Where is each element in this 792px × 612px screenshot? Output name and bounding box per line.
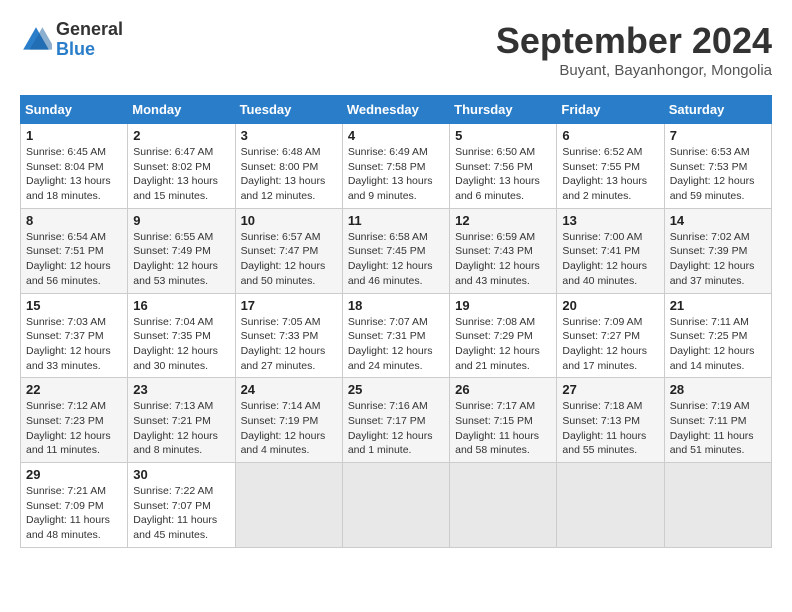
day-20: 20 Sunrise: 7:09 AMSunset: 7:27 PMDaylig… bbox=[557, 293, 664, 378]
header-wednesday: Wednesday bbox=[342, 96, 449, 124]
day-23: 23 Sunrise: 7:13 AMSunset: 7:21 PMDaylig… bbox=[128, 378, 235, 463]
day-2: 2 Sunrise: 6:47 AMSunset: 8:02 PMDayligh… bbox=[128, 124, 235, 209]
day-17: 17 Sunrise: 7:05 AMSunset: 7:33 PMDaylig… bbox=[235, 293, 342, 378]
day-3: 3 Sunrise: 6:48 AMSunset: 8:00 PMDayligh… bbox=[235, 124, 342, 209]
page-header: General Blue September 2024 Buyant, Baya… bbox=[20, 20, 772, 79]
month-title: September 2024 bbox=[496, 20, 772, 62]
week-row-3: 15 Sunrise: 7:03 AMSunset: 7:37 PMDaylig… bbox=[21, 293, 772, 378]
header-saturday: Saturday bbox=[664, 96, 771, 124]
day-24: 24 Sunrise: 7:14 AMSunset: 7:19 PMDaylig… bbox=[235, 378, 342, 463]
week-row-2: 8 Sunrise: 6:54 AMSunset: 7:51 PMDayligh… bbox=[21, 208, 772, 293]
day-11: 11 Sunrise: 6:58 AMSunset: 7:45 PMDaylig… bbox=[342, 208, 449, 293]
header-sunday: Sunday bbox=[21, 96, 128, 124]
day-25: 25 Sunrise: 7:16 AMSunset: 7:17 PMDaylig… bbox=[342, 378, 449, 463]
empty-cell-3 bbox=[450, 463, 557, 548]
logo-icon bbox=[20, 24, 52, 56]
day-10: 10 Sunrise: 6:57 AMSunset: 7:47 PMDaylig… bbox=[235, 208, 342, 293]
empty-cell-2 bbox=[342, 463, 449, 548]
day-5: 5 Sunrise: 6:50 AMSunset: 7:56 PMDayligh… bbox=[450, 124, 557, 209]
empty-cell-4 bbox=[557, 463, 664, 548]
day-19: 19 Sunrise: 7:08 AMSunset: 7:29 PMDaylig… bbox=[450, 293, 557, 378]
logo-general: General bbox=[56, 20, 123, 40]
day-27: 27 Sunrise: 7:18 AMSunset: 7:13 PMDaylig… bbox=[557, 378, 664, 463]
day-18: 18 Sunrise: 7:07 AMSunset: 7:31 PMDaylig… bbox=[342, 293, 449, 378]
logo-text: General Blue bbox=[56, 20, 123, 60]
day-15: 15 Sunrise: 7:03 AMSunset: 7:37 PMDaylig… bbox=[21, 293, 128, 378]
day-13: 13 Sunrise: 7:00 AMSunset: 7:41 PMDaylig… bbox=[557, 208, 664, 293]
week-row-1: 1 Sunrise: 6:45 AMSunset: 8:04 PMDayligh… bbox=[21, 124, 772, 209]
day-22: 22 Sunrise: 7:12 AMSunset: 7:23 PMDaylig… bbox=[21, 378, 128, 463]
location: Buyant, Bayanhongor, Mongolia bbox=[496, 62, 772, 79]
day-4: 4 Sunrise: 6:49 AMSunset: 7:58 PMDayligh… bbox=[342, 124, 449, 209]
weekday-header-row: Sunday Monday Tuesday Wednesday Thursday… bbox=[21, 96, 772, 124]
day-28: 28 Sunrise: 7:19 AMSunset: 7:11 PMDaylig… bbox=[664, 378, 771, 463]
day-29: 29 Sunrise: 7:21 AMSunset: 7:09 PMDaylig… bbox=[21, 463, 128, 548]
week-row-4: 22 Sunrise: 7:12 AMSunset: 7:23 PMDaylig… bbox=[21, 378, 772, 463]
logo-blue: Blue bbox=[56, 40, 123, 60]
day-30: 30 Sunrise: 7:22 AMSunset: 7:07 PMDaylig… bbox=[128, 463, 235, 548]
title-area: September 2024 Buyant, Bayanhongor, Mong… bbox=[496, 20, 772, 79]
header-friday: Friday bbox=[557, 96, 664, 124]
header-tuesday: Tuesday bbox=[235, 96, 342, 124]
week-row-5: 29 Sunrise: 7:21 AMSunset: 7:09 PMDaylig… bbox=[21, 463, 772, 548]
day-21: 21 Sunrise: 7:11 AMSunset: 7:25 PMDaylig… bbox=[664, 293, 771, 378]
empty-cell-1 bbox=[235, 463, 342, 548]
logo: General Blue bbox=[20, 20, 123, 60]
header-thursday: Thursday bbox=[450, 96, 557, 124]
day-16: 16 Sunrise: 7:04 AMSunset: 7:35 PMDaylig… bbox=[128, 293, 235, 378]
day-12: 12 Sunrise: 6:59 AMSunset: 7:43 PMDaylig… bbox=[450, 208, 557, 293]
day-6: 6 Sunrise: 6:52 AMSunset: 7:55 PMDayligh… bbox=[557, 124, 664, 209]
day-7: 7 Sunrise: 6:53 AMSunset: 7:53 PMDayligh… bbox=[664, 124, 771, 209]
day-1: 1 Sunrise: 6:45 AMSunset: 8:04 PMDayligh… bbox=[21, 124, 128, 209]
header-monday: Monday bbox=[128, 96, 235, 124]
calendar-table: Sunday Monday Tuesday Wednesday Thursday… bbox=[20, 95, 772, 548]
empty-cell-5 bbox=[664, 463, 771, 548]
day-14: 14 Sunrise: 7:02 AMSunset: 7:39 PMDaylig… bbox=[664, 208, 771, 293]
day-9: 9 Sunrise: 6:55 AMSunset: 7:49 PMDayligh… bbox=[128, 208, 235, 293]
day-8: 8 Sunrise: 6:54 AMSunset: 7:51 PMDayligh… bbox=[21, 208, 128, 293]
day-26: 26 Sunrise: 7:17 AMSunset: 7:15 PMDaylig… bbox=[450, 378, 557, 463]
